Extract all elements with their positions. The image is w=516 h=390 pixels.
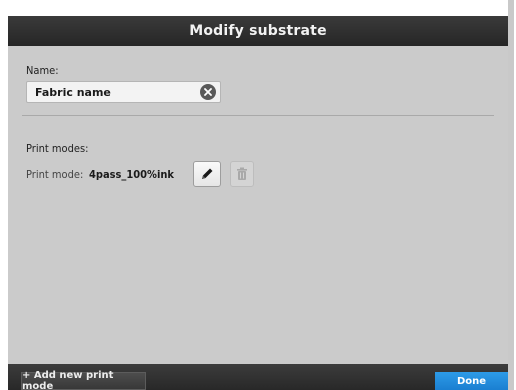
trash-icon [237,167,247,180]
print-modes-label: Print modes: [26,142,89,155]
section-divider [22,115,494,116]
name-label: Name: [26,64,59,77]
print-mode-row-label: Print mode: [26,168,84,181]
delete-print-mode-button[interactable] [230,161,254,187]
name-input[interactable]: Fabric name [26,81,221,103]
close-icon [204,88,212,96]
close-circle-icon[interactable] [200,84,216,100]
done-button[interactable]: Done [435,372,508,390]
dialog-title: Modify substrate [189,23,327,39]
dialog-title-bar: Modify substrate [8,16,508,46]
dialog-content: Name: Fabric name Print modes: Print mod… [8,46,508,364]
top-strip [8,0,508,16]
edit-print-mode-button[interactable] [193,161,221,187]
add-print-mode-button[interactable]: + Add new print mode [21,370,146,390]
print-mode-value: 4pass_100%ink [89,168,174,181]
pencil-icon [202,168,213,179]
